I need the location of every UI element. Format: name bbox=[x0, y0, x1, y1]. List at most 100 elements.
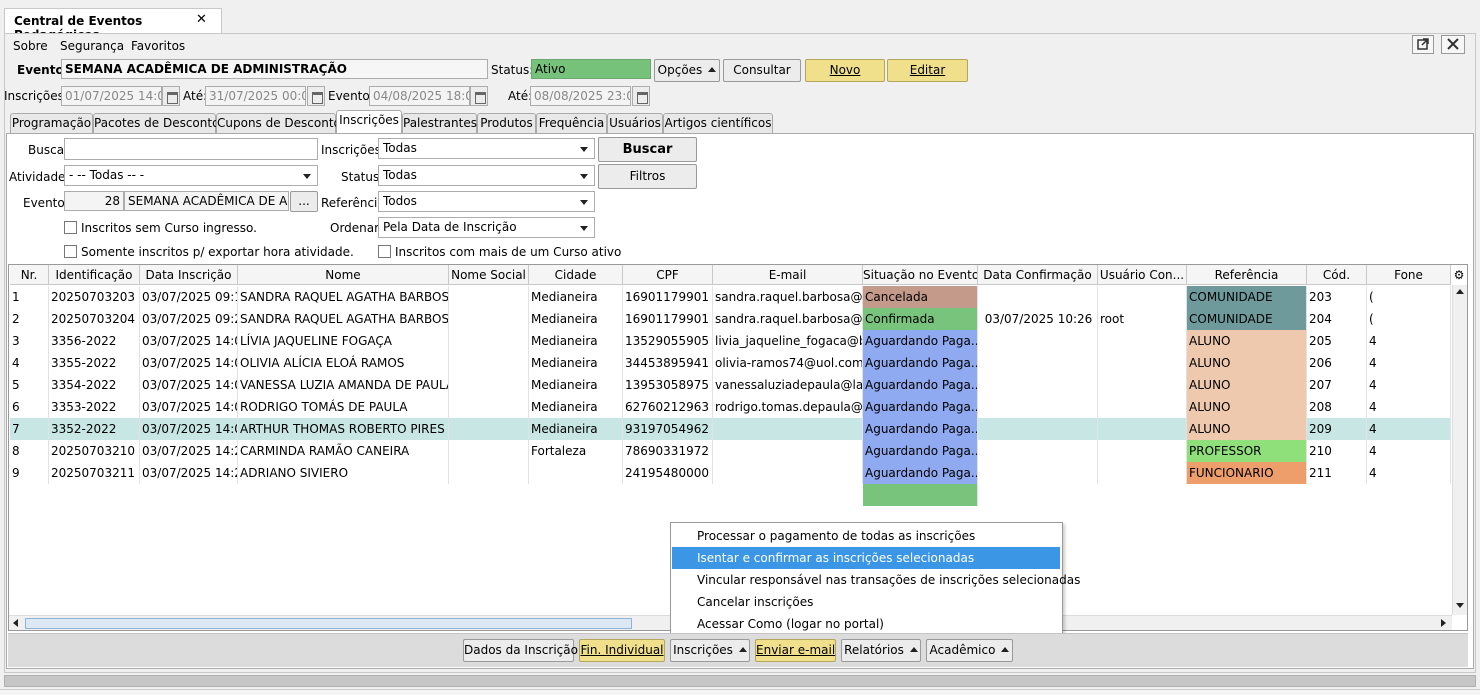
editar-button[interactable]: Editar bbox=[887, 59, 968, 82]
filtros-button[interactable]: Filtros bbox=[598, 164, 697, 189]
inscricoes-inicio-field[interactable]: 01/07/2025 14:01 bbox=[61, 86, 162, 106]
calendar-icon[interactable] bbox=[307, 86, 325, 106]
column-header[interactable]: Identificação bbox=[49, 265, 140, 285]
table-row[interactable]: 43355-202203/07/2025 14:09OLIVIA ALÍCIA … bbox=[10, 352, 1451, 374]
popout-icon[interactable] bbox=[1412, 35, 1434, 54]
column-header[interactable]: Referência bbox=[1187, 265, 1307, 285]
menu-cancelar-inscricoes[interactable]: Cancelar inscrições bbox=[672, 591, 1060, 613]
column-header[interactable]: Situação no Evento bbox=[863, 265, 978, 285]
tab-frequencia[interactable]: Frequência bbox=[536, 113, 607, 133]
atividade-select[interactable]: - -- Todas -- - bbox=[64, 165, 318, 186]
column-header[interactable]: Cód. bbox=[1307, 265, 1367, 285]
table-cell-social bbox=[449, 308, 529, 330]
novo-button[interactable]: Novo bbox=[805, 59, 885, 82]
vertical-scrollbar[interactable] bbox=[1452, 285, 1467, 615]
column-header[interactable]: Cidade bbox=[529, 265, 623, 285]
table-cell-nr: 2 bbox=[10, 308, 49, 330]
exportar-checkbox[interactable] bbox=[64, 245, 77, 258]
calendar-icon[interactable] bbox=[162, 86, 180, 106]
column-header[interactable]: Nome bbox=[238, 265, 449, 285]
table-row[interactable]: 82025070321003/07/2025 14:22CARMINDA RAM… bbox=[10, 440, 1451, 462]
table-cell-situacao: Aguardando Paga... bbox=[863, 396, 978, 418]
column-header[interactable]: Usuário Con... bbox=[1098, 265, 1187, 285]
close-tab-icon[interactable]: ✕ bbox=[196, 12, 207, 27]
scroll-up-arrow-icon[interactable] bbox=[1456, 289, 1464, 294]
menu-processar-pagamento[interactable]: Processar o pagamento de todas as inscri… bbox=[672, 525, 1060, 547]
buscar-button[interactable]: Buscar bbox=[598, 137, 697, 162]
column-settings-icon[interactable]: ⚙ bbox=[1452, 266, 1466, 284]
calendar-icon[interactable] bbox=[470, 86, 488, 106]
inscricoes-fim-field[interactable]: 31/07/2025 00:00 bbox=[205, 86, 306, 106]
mais-curso-checkbox[interactable] bbox=[378, 245, 391, 258]
fin-individual-button[interactable]: Fin. Individual bbox=[579, 639, 665, 662]
opcoes-button[interactable]: Opções bbox=[654, 59, 720, 82]
table-cell-data: 03/07/2025 14:09 bbox=[140, 330, 238, 352]
menu-seguranca[interactable]: Segurança bbox=[60, 38, 124, 54]
dados-inscricao-button[interactable]: Dados da Inscrição bbox=[463, 639, 578, 662]
tab-inscricoes[interactable]: Inscrições bbox=[336, 110, 402, 134]
table-cell-cpf: 13529055905 bbox=[623, 330, 713, 352]
scroll-down-arrow-icon[interactable] bbox=[1456, 603, 1464, 608]
menu-vincular-responsavel[interactable]: Vincular responsável nas transações de i… bbox=[672, 569, 1080, 591]
menu-isentar-confirmar[interactable]: Isentar e confirmar as inscrições seleci… bbox=[672, 547, 1060, 569]
table-row[interactable]: 92025070321103/07/2025 14:29ADRIANO SIVI… bbox=[10, 462, 1451, 484]
academico-button[interactable]: Acadêmico bbox=[926, 639, 1013, 662]
table-cell-cod: 203 bbox=[1307, 286, 1367, 308]
relatorios-button[interactable]: Relatórios bbox=[841, 639, 921, 662]
table-cell-fone: ( bbox=[1367, 308, 1451, 330]
evento-fim-field[interactable]: 08/08/2025 23:00 bbox=[530, 86, 631, 106]
inscricoes-date-label: Inscrições: bbox=[4, 89, 68, 103]
table-row[interactable]: 53354-202203/07/2025 14:09VANESSA LUZIA … bbox=[10, 374, 1451, 396]
column-header[interactable]: Nome Social bbox=[449, 265, 529, 285]
referencia-select[interactable]: Todos bbox=[378, 191, 595, 212]
ordenar-select[interactable]: Pela Data de Inscrição bbox=[378, 217, 595, 238]
evento-id-field: 28 bbox=[64, 191, 124, 211]
table-cell-nome: VANESSA LUZIA AMANDA DE PAULA bbox=[238, 374, 449, 396]
table-row[interactable]: 22025070320403/07/2025 09:24SANDRA RAQUE… bbox=[10, 308, 1451, 330]
column-header[interactable]: Data Confirmação bbox=[978, 265, 1098, 285]
table-cell-fone: ( bbox=[1367, 286, 1451, 308]
close-window-icon[interactable] bbox=[1441, 35, 1465, 54]
enviar-email-button[interactable]: Enviar e-mail bbox=[755, 639, 836, 662]
inscricoes-menu-button[interactable]: Inscrições bbox=[670, 639, 750, 662]
column-header[interactable]: CPF bbox=[623, 265, 713, 285]
window-tab[interactable]: Central de Eventos Pedagógicos ✕ bbox=[4, 8, 222, 42]
inscricoes-select[interactable]: Todas bbox=[378, 138, 595, 159]
menu-sobre[interactable]: Sobre bbox=[13, 38, 48, 54]
menu-favoritos[interactable]: Favoritos bbox=[131, 38, 185, 54]
status-select[interactable]: Todas bbox=[378, 165, 595, 186]
table-cell-email: livia_jaqueline_fogaca@br... bbox=[713, 330, 863, 352]
table-row[interactable]: 63353-202203/07/2025 14:09RODRIGO TOMÁS … bbox=[10, 396, 1451, 418]
menu-acessar-como[interactable]: Acessar Como (logar no portal) bbox=[672, 613, 1060, 635]
column-header[interactable]: Data Inscrição bbox=[140, 265, 238, 285]
tab-produtos[interactable]: Produtos bbox=[477, 113, 536, 133]
scroll-right-arrow-icon[interactable] bbox=[1441, 619, 1446, 627]
table-cell-situacao: Confirmada bbox=[863, 308, 978, 330]
scroll-left-arrow-icon[interactable] bbox=[13, 619, 18, 627]
table-row[interactable]: 12025070320303/07/2025 09:14SANDRA RAQUE… bbox=[10, 286, 1451, 308]
table-cell-fone: 4 bbox=[1367, 330, 1451, 352]
table-row-empty[interactable] bbox=[10, 484, 1451, 506]
tab-pacotes[interactable]: Pacotes de Desconto bbox=[93, 113, 219, 133]
column-header[interactable]: E-mail bbox=[713, 265, 863, 285]
sem-curso-checkbox[interactable] bbox=[64, 221, 77, 234]
evento-browse-button[interactable]: ... bbox=[290, 191, 318, 212]
tab-programacao[interactable]: Programação bbox=[10, 113, 93, 133]
tab-cupons[interactable]: Cupons de Desconto bbox=[216, 113, 341, 133]
table-cell-ref: PROFESSOR bbox=[1187, 440, 1307, 462]
busca-input[interactable] bbox=[64, 138, 318, 160]
column-header[interactable]: Nr. bbox=[10, 265, 49, 285]
table-row[interactable]: 33356-202203/07/2025 14:09LÍVIA JAQUELIN… bbox=[10, 330, 1451, 352]
horizontal-scroll-thumb[interactable] bbox=[25, 618, 632, 629]
table-cell-email bbox=[713, 418, 863, 440]
table-cell-fone: 4 bbox=[1367, 396, 1451, 418]
consultar-button[interactable]: Consultar bbox=[723, 59, 801, 82]
column-header[interactable]: Fone bbox=[1367, 265, 1451, 285]
tab-palestrantes[interactable]: Palestrantes bbox=[402, 113, 477, 133]
tab-usuarios[interactable]: Usuários bbox=[607, 113, 663, 133]
tab-artigos[interactable]: Artigos científicos bbox=[663, 113, 773, 133]
evento-inicio-field[interactable]: 04/08/2025 18:00 bbox=[369, 86, 470, 106]
table-row[interactable]: 73352-202203/07/2025 14:09ARTHUR THOMAS … bbox=[10, 418, 1451, 440]
calendar-icon[interactable] bbox=[632, 86, 650, 106]
table-cell-cpf: 24195480000 bbox=[623, 462, 713, 484]
